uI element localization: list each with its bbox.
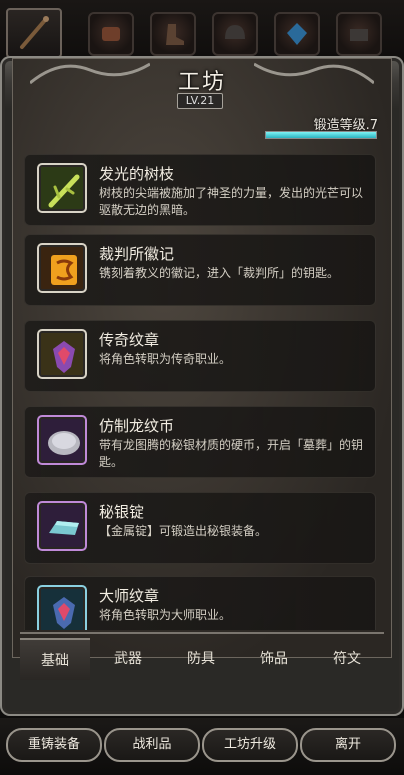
category-tab-strip (0, 0, 404, 62)
item-icon-frame (37, 585, 87, 630)
boot-icon (166, 24, 184, 45)
chest-icon (350, 29, 368, 41)
gem-icon (287, 23, 307, 45)
tab-accessories[interactable]: 饰品 (239, 638, 309, 680)
page-title: 工坊 (177, 70, 226, 95)
category-tab-staff[interactable] (6, 8, 62, 58)
workshop-upgrade-button[interactable]: 工坊升级 (202, 728, 298, 762)
category-tab-chest[interactable] (336, 12, 382, 56)
helmet-icon (225, 25, 245, 39)
item-icon-frame (37, 501, 87, 551)
item-name: 秘银锭 (99, 503, 145, 521)
item-name: 仿制龙纹币 (99, 417, 175, 435)
item-name: 发光的树枝 (99, 165, 175, 183)
category-tab-bracer[interactable] (88, 12, 134, 56)
category-tab-gem[interactable] (274, 12, 320, 56)
item-name: 传奇纹章 (99, 331, 160, 349)
item-description: 将角色转职为大师职业。 (99, 608, 232, 622)
list-item-glowing-branch[interactable]: 发光的树枝 树枝的尖端被施加了神圣的力量，发出的光芒可以驱散无边的黑暗。 (24, 154, 376, 226)
dragon-coin-icon (48, 431, 80, 455)
leave-button[interactable]: 离开 (300, 728, 396, 762)
staff-icon (20, 16, 49, 49)
inquisition-seal-icon (51, 255, 77, 285)
item-icon-frame (37, 243, 87, 293)
list-item-legendary-crest[interactable]: 传奇纹章 将角色转职为传奇职业。 (24, 320, 376, 392)
item-description: 【金属锭】可锻造出秘银装备。 (99, 524, 268, 538)
tab-divider (20, 632, 384, 634)
item-name: 裁判所徽记 (99, 245, 175, 263)
list-item-dragon-coin[interactable]: 仿制龙纹币 带有龙图腾的秘银材质的硬币，开启「墓葬」的钥匙。 (24, 406, 376, 478)
item-icon-frame (37, 163, 87, 213)
item-description: 将角色转职为传奇职业。 (99, 352, 232, 366)
item-description: 树枝的尖端被施加了神圣的力量，发出的光芒可以驱散无边的黑暗。 (99, 186, 364, 217)
list-item-inquisition-seal[interactable]: 裁判所徽记 镌刻着教义的徽记，进入「裁判所」的钥匙。 (24, 234, 376, 306)
legendary-crest-icon (53, 341, 75, 373)
tab-runes[interactable]: 符文 (312, 638, 382, 680)
master-crest-icon (53, 597, 75, 629)
item-description: 带有龙图腾的秘银材质的硬币，开启「墓葬」的钥匙。 (99, 438, 364, 469)
loot-button[interactable]: 战利品 (104, 728, 200, 762)
list-item-mithril-ingot[interactable]: 秘银锭 【金属锭】可锻造出秘银装备。 (24, 492, 376, 564)
category-tab-helmet[interactable] (212, 12, 258, 56)
list-item-master-crest[interactable]: 大师纹章 将角色转职为大师职业。 (24, 576, 376, 630)
item-description: 镌刻着教义的徽记，进入「裁判所」的钥匙。 (99, 266, 340, 280)
category-tab-boot[interactable] (150, 12, 196, 56)
item-icon-frame (37, 415, 87, 465)
mithril-ingot-icon (49, 521, 79, 535)
category-tabs: 基础 武器 防具 饰品 符文 (20, 638, 384, 680)
tab-basic[interactable]: 基础 (20, 638, 90, 680)
tab-armor[interactable]: 防具 (166, 638, 236, 680)
forge-progress-fill (266, 132, 376, 138)
bracer-icon (102, 27, 120, 41)
craft-item-list[interactable]: 发光的树枝 树枝的尖端被施加了神圣的力量，发出的光芒可以驱散无边的黑暗。 裁判所… (20, 148, 384, 630)
item-name: 大师纹章 (99, 587, 160, 605)
forge-progress-bar (265, 131, 377, 139)
workshop-level-badge: LV.21 (177, 93, 223, 109)
recast-equipment-button[interactable]: 重铸装备 (6, 728, 102, 762)
tab-weapons[interactable]: 武器 (93, 638, 163, 680)
action-bar: 重铸装备 战利品 工坊升级 离开 (0, 718, 404, 775)
item-icon-frame (37, 329, 87, 379)
glowing-branch-icon (48, 174, 80, 208)
